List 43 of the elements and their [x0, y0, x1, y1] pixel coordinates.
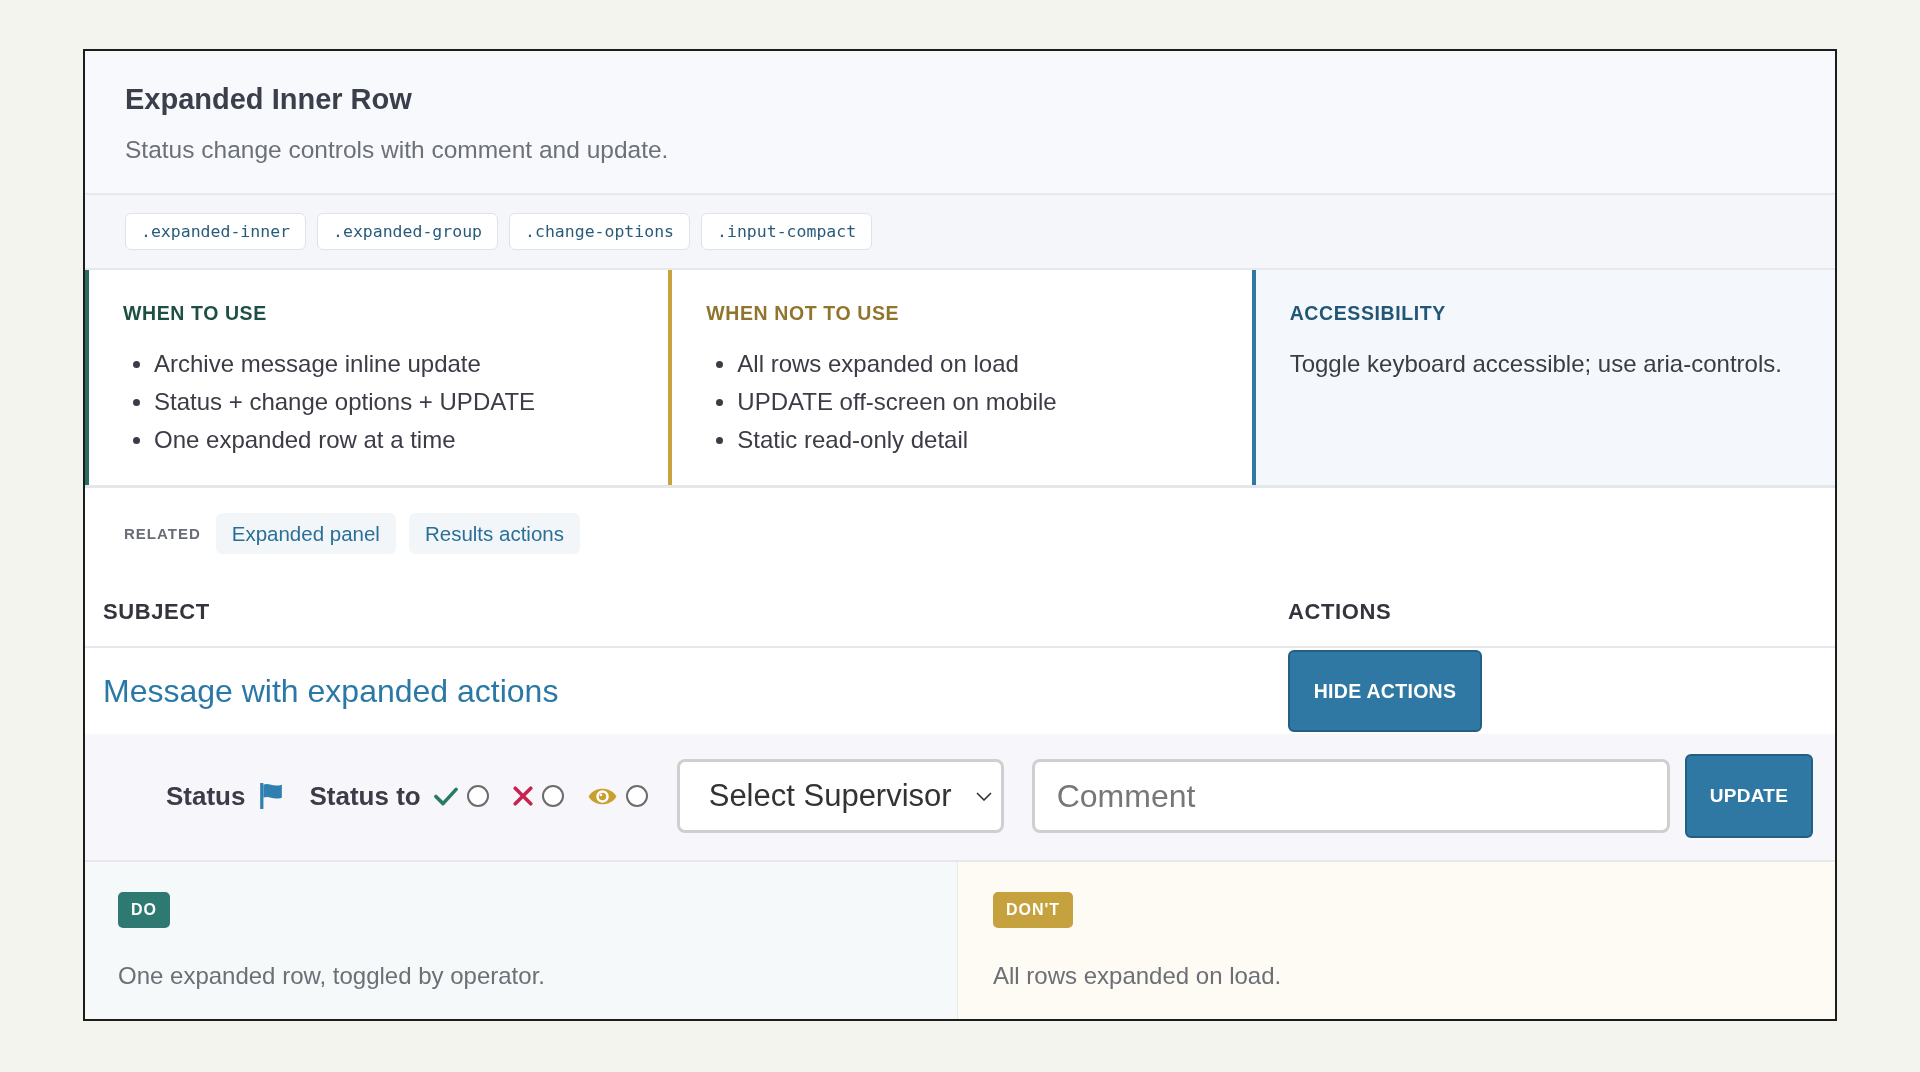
class-tag: .change-options: [509, 213, 691, 250]
panel-heading: WHEN NOT TO USE: [706, 301, 901, 325]
update-button[interactable]: UPDATE: [1685, 754, 1813, 838]
bullet-icon: [133, 398, 140, 406]
flag-icon: [260, 783, 283, 809]
bullet-icon: [716, 398, 724, 406]
subject-link[interactable]: Message with expanded actions: [103, 672, 559, 710]
class-tag: .expanded-inner: [125, 213, 306, 250]
list-item: All rows expanded on load: [737, 349, 1019, 379]
list-item: Archive message inline update: [154, 349, 481, 379]
supervisor-select[interactable]: Select Supervisor: [676, 759, 1004, 833]
panel-text: Toggle keyboard accessible; use aria-controls.: [1289, 349, 1783, 379]
bullet-icon: [133, 436, 140, 444]
related-link[interactable]: Expanded panel: [215, 513, 396, 554]
example-badge: DON'T: [993, 892, 1074, 928]
example-text: All rows expanded on load.: [993, 961, 1283, 991]
radio-button[interactable]: [625, 785, 648, 807]
related-label: RELATED: [124, 525, 201, 542]
status-to-label: Status to: [309, 780, 421, 812]
bullet-icon: [133, 360, 140, 368]
list-item: UPDATE off-screen on mobile: [737, 387, 1057, 417]
related-link[interactable]: Results actions: [408, 513, 580, 554]
hide-actions-button[interactable]: HIDE ACTIONS: [1288, 650, 1482, 732]
bullet-icon: [716, 436, 724, 444]
list-item: One expanded row at a time: [154, 425, 456, 455]
page-title: Expanded Inner Row: [125, 82, 413, 117]
column-header: ACTIONS: [1288, 598, 1393, 626]
comment-field[interactable]: Comment: [1031, 759, 1670, 833]
page-subtitle: Status change controls with comment and update.: [125, 135, 670, 165]
radio-button[interactable]: [541, 785, 564, 807]
bullet-icon: [716, 360, 724, 368]
list-item: Static read-only detail: [737, 425, 969, 455]
class-tag: .expanded-group: [317, 213, 499, 250]
panel-heading: ACCESSIBILITY: [1289, 301, 1447, 325]
list-item: Status + change options + UPDATE: [154, 387, 536, 417]
example-text: One expanded row, toggled by operator.: [118, 961, 546, 991]
example-badge: DO: [118, 892, 170, 928]
class-tag: .input-compact: [701, 213, 873, 250]
panel-heading: WHEN TO USE: [123, 301, 268, 325]
chevron-down-icon: [975, 791, 992, 801]
radio-button[interactable]: [466, 785, 489, 807]
column-header: SUBJECT: [103, 598, 211, 626]
status-label: Status: [166, 780, 246, 812]
